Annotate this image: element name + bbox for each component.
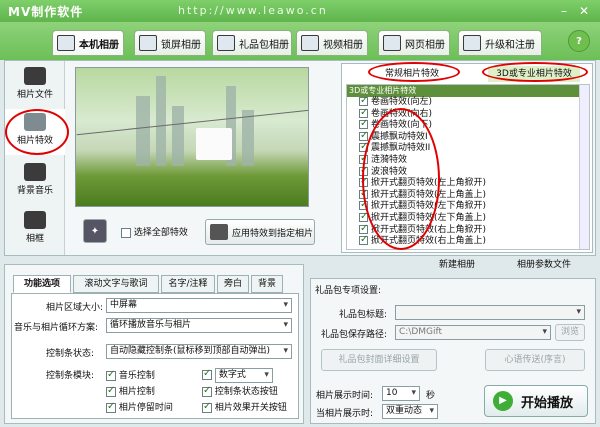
sidebar-item-photo-files[interactable]: 相片文件 bbox=[5, 63, 65, 109]
area-size-select[interactable]: 中屏幕 bbox=[106, 298, 292, 313]
highlight-circle bbox=[368, 62, 460, 82]
control-status-select[interactable]: 自动隐藏控制条(鼠标移到顶部自动弹出) bbox=[106, 344, 292, 359]
control-modules-label: 控制条模块: bbox=[46, 371, 95, 381]
close-icon[interactable]: ✕ bbox=[576, 4, 592, 18]
module-status-button[interactable]: 控制条状态按钮 bbox=[202, 384, 278, 397]
tab-video-album[interactable]: 视频相册 bbox=[296, 30, 368, 56]
effect-checkbox[interactable] bbox=[359, 107, 368, 118]
loop-label: 音乐与相片循环方案: bbox=[14, 323, 99, 333]
display-mode-label: 当相片展示时: bbox=[316, 409, 374, 419]
highlight-circle bbox=[482, 62, 588, 82]
highlight-circle bbox=[5, 109, 69, 155]
tab-function-options[interactable]: 功能选项 bbox=[13, 275, 71, 293]
app-title: MV制作软件 bbox=[8, 5, 84, 19]
effect-checkbox[interactable] bbox=[359, 234, 368, 246]
options-panel: 功能选项 滚动文字与歌词 名字/注释 旁白 背景 相片区域大小: 中屏幕 音乐与… bbox=[4, 264, 304, 424]
effect-checkbox[interactable] bbox=[359, 130, 368, 141]
module-music-control[interactable]: 音乐控制 bbox=[106, 368, 155, 381]
select-all-effects[interactable]: 选择全部特效 bbox=[121, 225, 188, 238]
gear-icon bbox=[463, 35, 481, 51]
effects-list-header: 3D或专业相片特效 bbox=[347, 85, 589, 97]
content-panel: 相片文件 相片特效 背景音乐 相框 ✦ 选择全部特效 应用特效到指定相片 常规相… bbox=[4, 60, 596, 270]
monitor-icon bbox=[139, 35, 157, 51]
effect-checkbox[interactable] bbox=[359, 118, 368, 130]
title-bar: MV制作软件 http://www.leawo.cn – ✕ bbox=[0, 0, 600, 22]
effects-star-icon: ✦ bbox=[83, 219, 107, 243]
camera-icon bbox=[24, 67, 46, 85]
sidebar: 相片文件 相片特效 背景音乐 相框 bbox=[5, 61, 65, 255]
effects-panel: 常规相片特效 3D或专业相片特效 3D或专业相片特效 卷画特效(向左)卷画特效(… bbox=[341, 62, 593, 253]
select-all-checkbox[interactable] bbox=[121, 227, 131, 238]
browse-button[interactable]: 浏览 bbox=[555, 324, 585, 341]
module-stay-time[interactable]: 相片停留时间 bbox=[106, 400, 173, 413]
display-time-unit: 秒 bbox=[426, 391, 436, 401]
gift-title-input[interactable] bbox=[395, 305, 585, 320]
display-time-label: 相片展示时间: bbox=[316, 391, 374, 401]
help-button[interactable]: ? bbox=[568, 30, 590, 52]
effect-label: 卷画特效(向左) bbox=[371, 97, 433, 107]
gift-icon bbox=[217, 35, 235, 51]
effect-item[interactable]: 卷画特效(向左) bbox=[347, 95, 589, 109]
apply-check-icon bbox=[210, 224, 228, 240]
album-actions: 新建相册 相册参数文件 bbox=[341, 257, 593, 270]
tab-local-album[interactable]: 本机相册 bbox=[52, 30, 124, 56]
photo-album-icon bbox=[57, 35, 75, 51]
module-digital[interactable]: 数字式 bbox=[202, 368, 273, 383]
control-status-label: 控制条状态: bbox=[46, 349, 95, 359]
loop-select[interactable]: 循环播放音乐与相片 bbox=[106, 318, 292, 333]
sidebar-item-frame[interactable]: 相框 bbox=[5, 207, 65, 253]
gift-section-title: 礼品包专项设置: bbox=[315, 286, 382, 296]
apply-effects-button[interactable]: 应用特效到指定相片 bbox=[205, 219, 315, 245]
options-body: 相片区域大小: 中屏幕 音乐与相片循环方案: 循环播放音乐与相片 控制条状态: … bbox=[11, 293, 299, 419]
gift-path-input[interactable]: C:\DMGift bbox=[395, 325, 551, 340]
tab-lockscreen-album[interactable]: 锁屏相册 bbox=[134, 30, 206, 56]
display-mode-select[interactable]: 双重动态 bbox=[382, 404, 438, 419]
heart-message-button[interactable]: 心语传送(序言) bbox=[485, 349, 585, 371]
film-icon bbox=[301, 35, 319, 51]
effects-scrollbar[interactable] bbox=[579, 85, 589, 249]
tshirt-image bbox=[196, 128, 232, 160]
music-note-icon bbox=[24, 163, 46, 181]
tab-narration[interactable]: 旁白 bbox=[217, 275, 249, 293]
module-photo-control[interactable]: 相片控制 bbox=[106, 384, 155, 397]
sidebar-item-bg-music[interactable]: 背景音乐 bbox=[5, 159, 65, 205]
tab-background[interactable]: 背景 bbox=[251, 275, 283, 293]
highlight-circle bbox=[362, 108, 440, 250]
effect-checkbox[interactable] bbox=[359, 95, 368, 107]
frame-icon bbox=[24, 211, 46, 229]
module-effect-toggle[interactable]: 相片效果开关按钮 bbox=[202, 400, 287, 413]
gift-title-label: 礼品包标题: bbox=[339, 310, 388, 320]
app-url: http://www.leawo.cn bbox=[178, 4, 328, 17]
minimize-icon[interactable]: – bbox=[556, 4, 572, 18]
tab-web-album[interactable]: 网页相册 bbox=[378, 30, 450, 56]
tab-scroll-text[interactable]: 滚动文字与歌词 bbox=[73, 275, 159, 293]
main-tab-bar: 本机相册 锁屏相册 礼品包相册 视频相册 网页相册 升级和注册 bbox=[0, 22, 600, 60]
effect-checkbox[interactable] bbox=[359, 223, 368, 234]
tab-upgrade-register[interactable]: 升级和注册 bbox=[458, 30, 542, 56]
start-play-button[interactable]: ▶ 开始播放 bbox=[484, 385, 588, 417]
browser-icon bbox=[383, 35, 401, 51]
new-album-link[interactable]: 新建相册 bbox=[439, 257, 475, 270]
album-params-link[interactable]: 相册参数文件 bbox=[517, 257, 571, 270]
tab-gift-album[interactable]: 礼品包相册 bbox=[212, 30, 292, 56]
preview-controls: ✦ 选择全部特效 应用特效到指定相片 bbox=[75, 213, 315, 249]
gift-cover-settings-button[interactable]: 礼品包封面详细设置 bbox=[321, 349, 437, 371]
tab-name-note[interactable]: 名字/注释 bbox=[161, 275, 215, 293]
gift-path-label: 礼品包保存路径: bbox=[321, 330, 388, 340]
app-window: MV制作软件 http://www.leawo.cn – ✕ 本机相册 锁屏相册… bbox=[0, 0, 600, 427]
play-icon: ▶ bbox=[493, 391, 513, 411]
preview-image bbox=[75, 67, 309, 207]
area-size-label: 相片区域大小: bbox=[46, 303, 104, 313]
display-time-input[interactable]: 10 bbox=[382, 386, 420, 401]
